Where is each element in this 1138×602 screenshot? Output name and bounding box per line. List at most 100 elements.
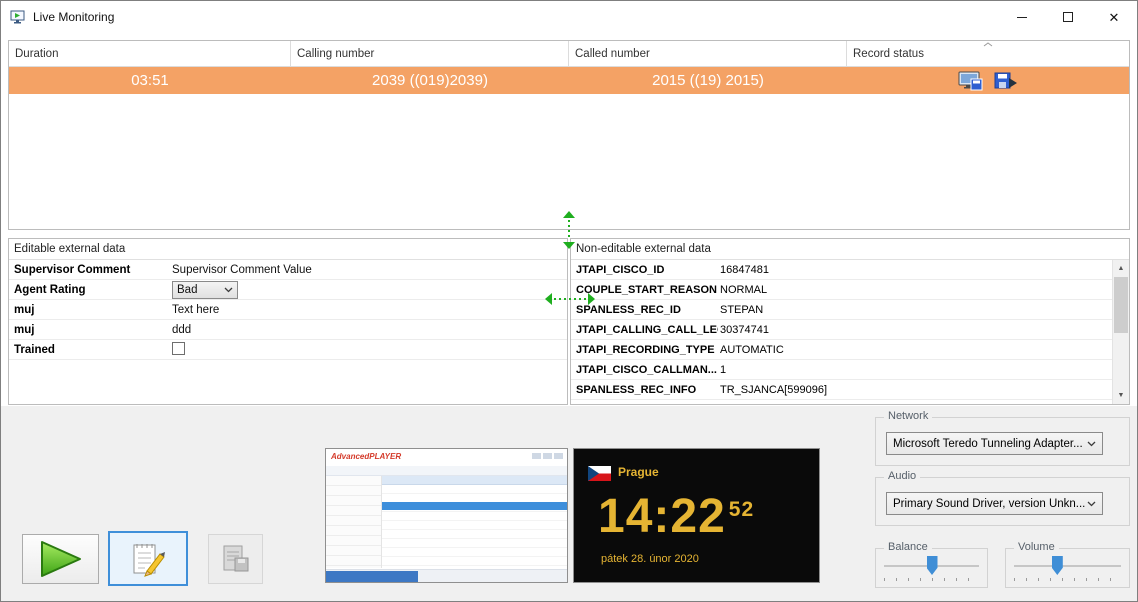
close-button[interactable]: ✕ — [1091, 1, 1137, 33]
clock-seconds: 52 — [729, 498, 754, 522]
field-label-agent-rating: Agent Rating — [9, 284, 164, 296]
network-dropdown[interactable]: Microsoft Teredo Tunneling Adapter... — [886, 432, 1103, 455]
scrollbar[interactable]: ▲ ▼ — [1112, 260, 1129, 404]
editable-row: Supervisor Comment Supervisor Comment Va… — [9, 260, 567, 280]
maximize-icon — [1063, 12, 1073, 22]
noneditable-data-panel: Non-editable external data JTAPI_CISCO_I… — [570, 238, 1130, 405]
dropdown-chevron-icon — [1087, 441, 1096, 447]
balance-group: Balance — [875, 548, 988, 588]
field-value-muj-1[interactable]: Text here — [164, 304, 567, 316]
field-label-muj-2: muj — [9, 324, 164, 336]
vertical-resize-handle[interactable] — [562, 211, 576, 249]
column-label: Calling number — [297, 48, 374, 60]
field-value-muj-2[interactable]: ddd — [164, 324, 567, 336]
data-key: JTAPI_RECORDING_TYPE — [571, 344, 718, 356]
player-preview-statusbar — [326, 569, 567, 582]
balance-slider[interactable] — [884, 555, 979, 583]
clock-city: Prague — [618, 465, 659, 479]
column-label: Record status — [853, 48, 924, 60]
minimize-button[interactable] — [999, 1, 1045, 33]
save-document-icon — [220, 544, 252, 574]
agent-rating-value: Bad — [177, 284, 197, 296]
noneditable-panel-title: Non-editable external data — [571, 239, 1129, 260]
data-key: JTAPI_CALLING_CALL_LEG — [571, 324, 718, 336]
titlebar: Live Monitoring ✕ — [1, 1, 1137, 33]
call-row[interactable]: 03:51 2039 ((019)2039) 2015 ((19) 2015) — [9, 67, 1129, 94]
noneditable-rows: JTAPI_CISCO_ID 16847481 COUPLE_START_REA… — [571, 260, 1112, 400]
screen-preview[interactable]: Prague 14:2252 pátek 28. únor 2020 — [573, 448, 820, 583]
save-record-icon[interactable] — [994, 71, 1018, 91]
data-value: 1 — [718, 364, 1112, 376]
volume-slider-ticks — [1014, 578, 1121, 581]
column-header-record-status[interactable]: Record status — [847, 41, 1129, 67]
editable-row: Trained — [9, 340, 567, 360]
data-key: JTAPI_CISCO_ID — [571, 264, 718, 276]
column-header-duration[interactable]: Duration — [9, 41, 291, 67]
save-button-disabled[interactable] — [208, 534, 263, 584]
player-preview-selected-row — [382, 502, 567, 510]
volume-group-label: Volume — [1014, 541, 1059, 553]
maximize-button[interactable] — [1045, 1, 1091, 33]
editable-row: muj ddd — [9, 320, 567, 340]
audio-group: Audio Primary Sound Driver, version Unkn… — [875, 477, 1130, 526]
calls-table: Duration Calling number Called number Re… — [8, 40, 1130, 230]
scroll-thumb[interactable] — [1114, 277, 1128, 333]
field-value-supervisor-comment[interactable]: Supervisor Comment Value — [164, 264, 567, 276]
data-value: NORMAL — [718, 284, 1112, 296]
call-duration: 03:51 — [9, 67, 291, 94]
column-header-called-number[interactable]: Called number — [569, 41, 847, 67]
balance-slider-thumb[interactable] — [927, 556, 938, 575]
call-calling-number: 2039 ((019)2039) — [291, 67, 569, 94]
trained-checkbox[interactable] — [172, 342, 185, 355]
volume-slider-track — [1014, 565, 1121, 567]
data-row: JTAPI_CISCO_CALLMAN... 1 — [571, 360, 1112, 380]
app-icon[interactable] — [10, 10, 26, 25]
volume-slider-thumb[interactable] — [1052, 556, 1063, 575]
scroll-down-button[interactable]: ▼ — [1113, 387, 1129, 404]
data-row: COUPLE_START_REASON NORMAL — [571, 280, 1112, 300]
data-row: JTAPI_CALLING_CALL_LEG 30374741 — [571, 320, 1112, 340]
calls-table-header: Duration Calling number Called number Re… — [9, 41, 1129, 67]
scroll-up-icon: ▲ — [1118, 265, 1125, 272]
data-row: JTAPI_CISCO_ID 16847481 — [571, 260, 1112, 280]
audio-dropdown[interactable]: Primary Sound Driver, version Unkn... — [886, 492, 1103, 515]
horizontal-resize-handle[interactable] — [545, 292, 595, 306]
data-key: SPANLESS_REC_INFO — [571, 384, 718, 396]
balance-group-label: Balance — [884, 541, 932, 553]
data-key: JTAPI_CISCO_CALLMAN... — [571, 364, 718, 376]
data-value: 30374741 — [718, 324, 1112, 336]
scroll-up-button[interactable]: ▲ — [1113, 260, 1129, 277]
data-value: STEPAN — [718, 304, 1112, 316]
player-preview-table-header — [382, 476, 567, 485]
player-preview-sidebar — [326, 476, 382, 568]
data-row: SPANLESS_REC_INFO TR_SJANCA[599096] — [571, 380, 1112, 400]
player-preview-logo: AdvancedPLAYER — [331, 452, 401, 461]
field-label-trained: Trained — [9, 344, 164, 356]
call-record-status — [847, 67, 1129, 94]
column-label: Duration — [15, 48, 58, 60]
play-icon — [38, 539, 84, 579]
data-value: AUTOMATIC — [718, 344, 1112, 356]
play-button[interactable] — [22, 534, 99, 584]
clock-date: pátek 28. únor 2020 — [601, 553, 699, 565]
network-group-label: Network — [884, 410, 932, 422]
player-preview[interactable]: AdvancedPLAYER — [325, 448, 568, 583]
player-preview-menu — [532, 453, 563, 459]
edit-external-data-button[interactable] — [108, 531, 188, 586]
player-preview-table-rows — [382, 485, 567, 568]
agent-rating-dropdown[interactable]: Bad — [172, 281, 238, 299]
volume-group: Volume — [1005, 548, 1130, 588]
column-header-calling-number[interactable]: Calling number — [291, 41, 569, 67]
volume-slider[interactable] — [1014, 555, 1121, 583]
close-icon: ✕ — [1109, 11, 1120, 24]
call-called-number: 2015 ((19) 2015) — [569, 67, 847, 94]
screen-record-icon[interactable] — [958, 71, 984, 91]
sort-indicator-icon — [983, 42, 993, 47]
minimize-icon — [1017, 17, 1027, 18]
editable-panel-title: Editable external data — [9, 239, 567, 260]
field-label-supervisor-comment: Supervisor Comment — [9, 264, 164, 276]
czech-flag-icon — [588, 466, 611, 481]
editable-row: Agent Rating Bad — [9, 280, 567, 300]
edit-notes-icon — [129, 541, 167, 577]
data-row: SPANLESS_REC_ID STEPAN — [571, 300, 1112, 320]
